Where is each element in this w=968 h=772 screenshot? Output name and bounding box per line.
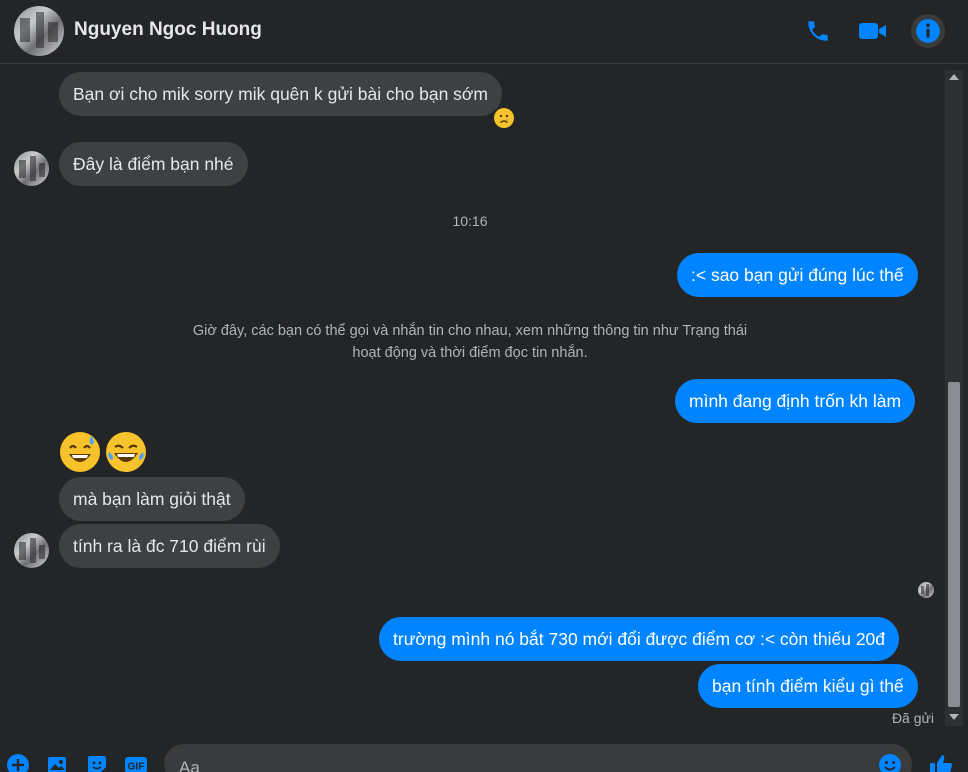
gif-icon[interactable]: GIF	[124, 753, 148, 772]
crying-face-reaction-icon[interactable]	[494, 108, 514, 128]
incoming-message[interactable]: Bạn ơi cho mik sorry mik quên k gửi bài …	[59, 72, 502, 116]
message-timestamp: 10:16	[452, 213, 488, 229]
like-icon[interactable]	[928, 753, 952, 772]
sticker-icon[interactable]	[85, 753, 109, 772]
contact-avatar-small[interactable]	[14, 151, 49, 186]
scroll-down-arrow[interactable]	[949, 714, 959, 720]
system-notice: Giờ đây, các bạn có thể gọi và nhắn tin …	[160, 320, 780, 364]
contact-avatar-small[interactable]	[14, 533, 49, 568]
incoming-message[interactable]: tính ra là đc 710 điểm rùi	[59, 524, 280, 568]
tears-of-joy-emoji-icon[interactable]	[106, 432, 146, 472]
conversation-header: Nguyen Ngoc Huong	[0, 0, 968, 64]
image-icon[interactable]	[46, 753, 70, 772]
incoming-message[interactable]: mà bạn làm giỏi thật	[59, 477, 245, 521]
system-notice-line: hoạt động và thời điểm đọc tin nhắn.	[352, 345, 588, 361]
message-status: Đã gửi	[891, 710, 934, 726]
grinning-sweat-emoji-icon[interactable]	[60, 432, 100, 472]
outgoing-message[interactable]: bạn tính điểm kiểu gì thế	[698, 664, 918, 708]
phone-icon[interactable]	[801, 14, 835, 48]
scrollbar-thumb[interactable]	[948, 382, 960, 707]
scroll-up-arrow[interactable]	[949, 74, 959, 80]
outgoing-message[interactable]: :< sao bạn gửi đúng lúc thế	[677, 253, 918, 297]
incoming-message[interactable]: Đây là điểm bạn nhé	[59, 142, 248, 186]
contact-name[interactable]: Nguyen Ngoc Huong	[74, 19, 262, 41]
outgoing-message[interactable]: trường mình nó bắt 730 mới đổi được điểm…	[379, 617, 900, 661]
emoji-icon[interactable]	[878, 753, 902, 772]
info-icon[interactable]	[911, 14, 945, 48]
svg-text:GIF: GIF	[128, 762, 145, 772]
contact-avatar[interactable]	[14, 6, 64, 56]
add-icon[interactable]	[6, 753, 30, 772]
video-camera-icon[interactable]	[856, 14, 890, 48]
system-notice-line: Giờ đây, các bạn có thể gọi và nhắn tin …	[192, 323, 748, 339]
message-input[interactable]: Aa	[164, 744, 912, 772]
seen-avatar-icon	[918, 582, 934, 598]
outgoing-message[interactable]: mình đang định trốn kh làm	[675, 379, 916, 423]
